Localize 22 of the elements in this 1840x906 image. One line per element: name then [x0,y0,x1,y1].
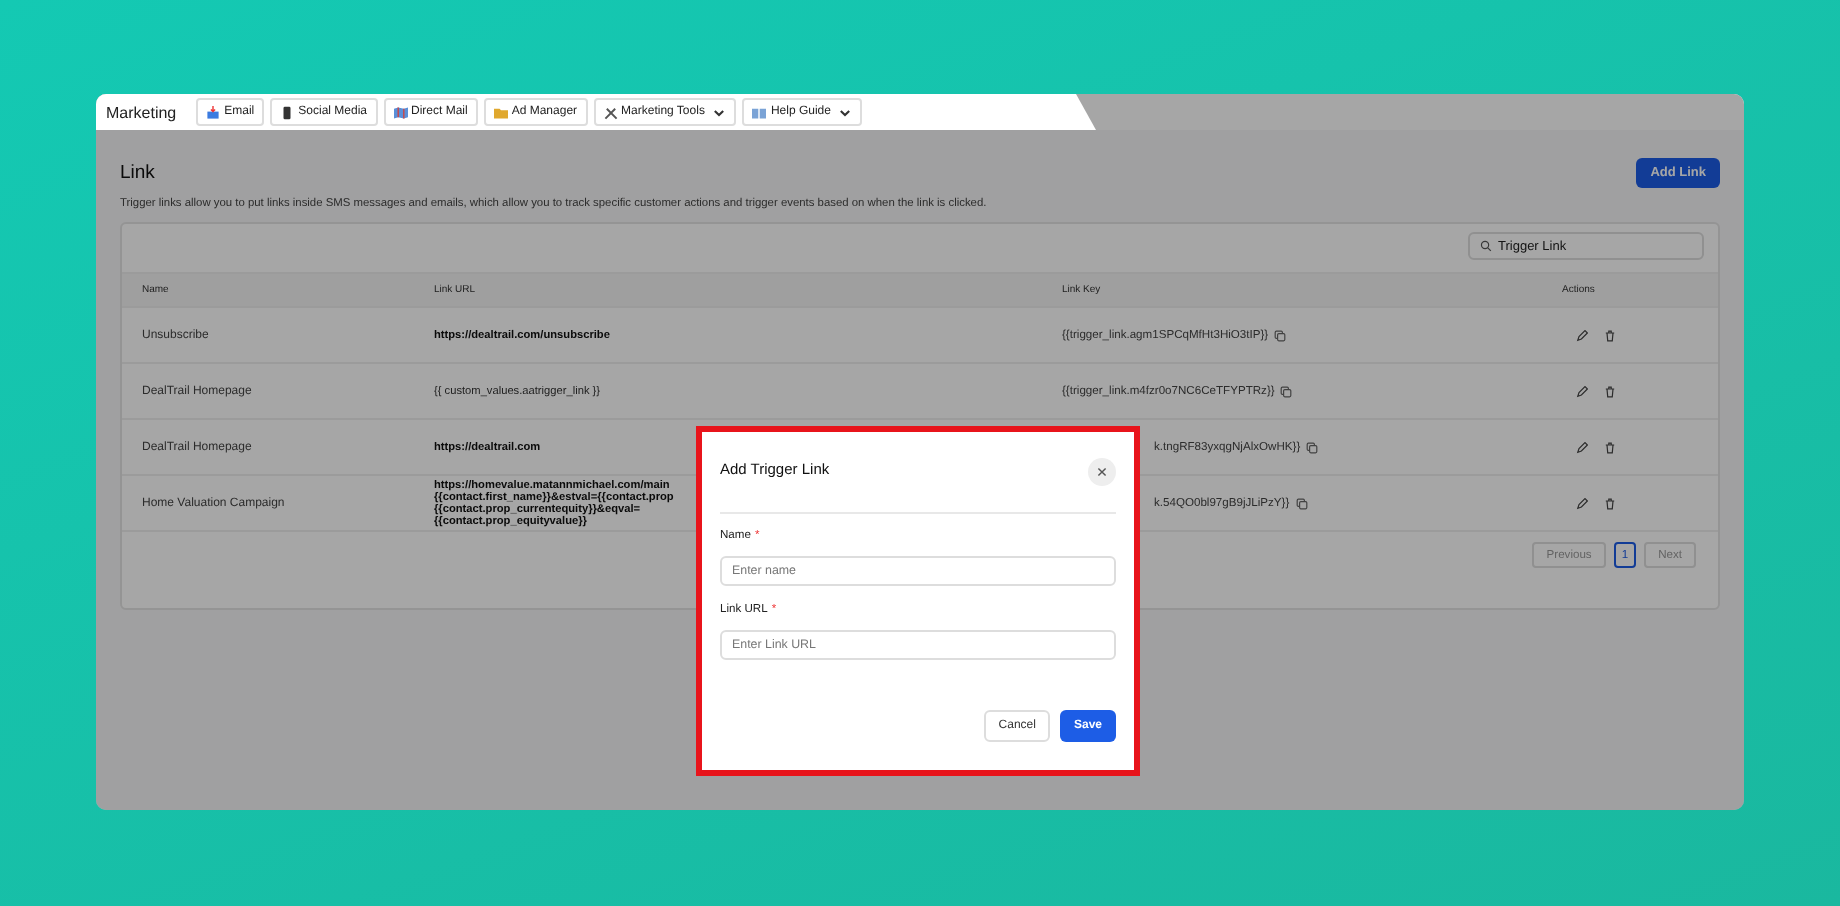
book-icon [752,105,767,119]
edit-icon[interactable] [1576,329,1588,341]
edit-icon[interactable] [1576,385,1588,397]
trash-icon[interactable] [1604,497,1616,509]
app-title: Marketing [106,103,177,121]
edit-icon[interactable] [1576,497,1588,509]
envelope-icon [206,105,221,119]
edit-icon[interactable] [1576,441,1588,453]
copy-icon[interactable] [1280,385,1293,397]
phone-icon [280,105,295,119]
search-icon [1480,240,1492,252]
map-icon [393,105,407,119]
copy-icon[interactable] [1274,329,1287,341]
trash-icon[interactable] [1604,329,1616,341]
trash-icon[interactable] [1604,441,1616,453]
close-button[interactable] [1088,458,1116,486]
page-title: Link [120,161,155,183]
close-icon [1096,466,1108,478]
copy-icon[interactable] [1295,497,1308,509]
folder-icon [493,105,508,119]
copy-icon[interactable] [1306,441,1319,453]
trash-icon[interactable] [1604,385,1616,397]
